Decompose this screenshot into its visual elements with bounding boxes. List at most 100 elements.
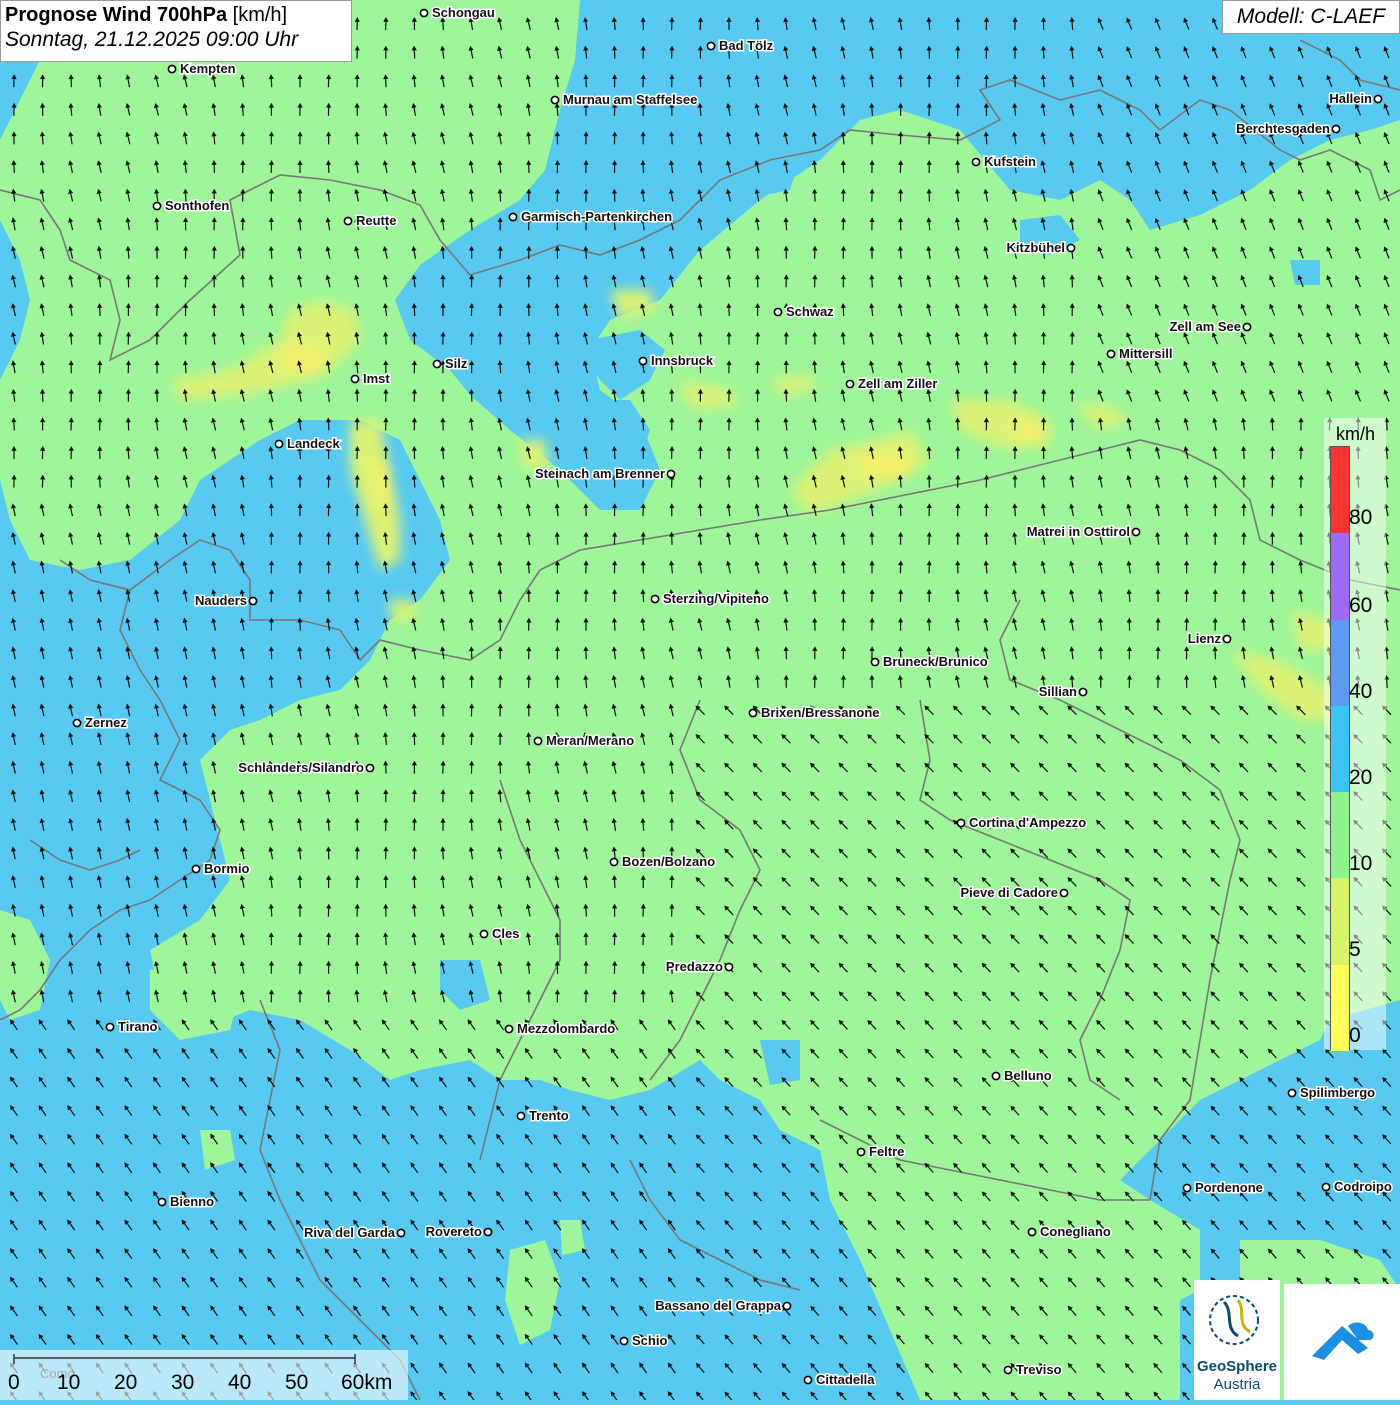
city-dot-icon bbox=[957, 819, 964, 826]
city-marker[interactable]: Sterzing/Vipiteno bbox=[651, 591, 769, 606]
city-marker[interactable]: Matrei in Osttirol bbox=[1027, 524, 1140, 539]
city-dot-icon bbox=[484, 1228, 491, 1235]
city-marker[interactable]: Bozen/Bolzano bbox=[610, 854, 715, 869]
city-label: Innsbruck bbox=[651, 353, 714, 368]
city-dot-icon bbox=[667, 470, 674, 477]
city-label: Bassano del Grappa bbox=[655, 1298, 781, 1313]
city-marker[interactable]: Garmisch-Partenkirchen bbox=[509, 209, 672, 224]
city-marker[interactable]: Pordenone bbox=[1183, 1180, 1263, 1195]
city-label: Kitzbühel bbox=[1007, 240, 1066, 255]
title-main: Prognose Wind 700hPa bbox=[5, 4, 227, 26]
city-dot-icon bbox=[505, 1025, 512, 1032]
city-label: Silz bbox=[445, 356, 468, 371]
city-label: Sonthofen bbox=[165, 198, 229, 213]
city-dot-icon bbox=[1374, 95, 1381, 102]
title-unit: [km/h] bbox=[233, 4, 287, 26]
city-dot-icon bbox=[1322, 1183, 1329, 1190]
legend-tick-label: 40 bbox=[1349, 680, 1372, 704]
city-dot-icon bbox=[725, 963, 732, 970]
partner-logo bbox=[1284, 1284, 1400, 1400]
city-marker[interactable]: Kitzbühel bbox=[1007, 240, 1075, 255]
scale-label: 0 bbox=[8, 1371, 20, 1395]
city-marker[interactable]: Innsbruck bbox=[639, 353, 713, 368]
city-dot-icon bbox=[1288, 1089, 1295, 1096]
city-dot-icon bbox=[1067, 244, 1074, 251]
city-label: Bormio bbox=[204, 861, 250, 876]
legend-segment bbox=[1331, 533, 1349, 620]
city-dot-icon bbox=[509, 213, 516, 220]
city-dot-icon bbox=[168, 65, 175, 72]
city-label: Schlanders/Silandro bbox=[238, 760, 364, 775]
legend-segment bbox=[1331, 447, 1349, 534]
wind-map[interactable]: SchongauBad TölzKemptenMurnau am Staffel… bbox=[0, 0, 1400, 1400]
city-dot-icon bbox=[1004, 1366, 1011, 1373]
city-dot-icon bbox=[275, 440, 282, 447]
city-label: Cortina d'Ampezzo bbox=[969, 815, 1086, 830]
map-title: Prognose Wind 700hPa [km/h] bbox=[5, 4, 347, 27]
city-dot-icon bbox=[534, 737, 541, 744]
city-dot-icon bbox=[433, 360, 440, 367]
city-marker[interactable]: Schlanders/Silandro bbox=[238, 760, 373, 775]
city-marker[interactable]: Zell am Ziller bbox=[846, 376, 937, 391]
city-dot-icon bbox=[651, 595, 658, 602]
city-marker[interactable]: Conegliano bbox=[1028, 1224, 1110, 1239]
city-marker[interactable]: Schongau bbox=[420, 5, 494, 20]
city-marker[interactable]: Brixen/Bressanone bbox=[749, 705, 879, 720]
city-marker[interactable]: Spilimbergo bbox=[1288, 1085, 1375, 1100]
legend-tick-label: 60 bbox=[1349, 594, 1372, 618]
city-dot-icon bbox=[749, 709, 756, 716]
city-marker[interactable]: Cittadella bbox=[804, 1372, 875, 1387]
city-marker[interactable]: Predazzo bbox=[666, 959, 733, 974]
city-marker[interactable]: Steinach am Brenner bbox=[535, 466, 675, 481]
geosphere-country: Austria bbox=[1194, 1376, 1280, 1393]
city-marker[interactable]: Mezzolombardo bbox=[505, 1021, 615, 1036]
city-marker[interactable]: Meran/Merano bbox=[534, 733, 634, 748]
model-label: Modell: C-LAEF bbox=[1222, 0, 1400, 34]
city-dot-icon bbox=[158, 1198, 165, 1205]
city-label: Conegliano bbox=[1040, 1224, 1111, 1239]
scale-label: 40 bbox=[228, 1371, 251, 1395]
city-marker[interactable]: Pieve di Cadore bbox=[960, 885, 1067, 900]
city-dot-icon bbox=[192, 865, 199, 872]
city-marker[interactable]: Sonthofen bbox=[153, 198, 229, 213]
city-marker[interactable]: Rovereto bbox=[426, 1224, 492, 1239]
city-label: Berchtesgaden bbox=[1236, 121, 1330, 136]
scale-label: 20 bbox=[114, 1371, 137, 1395]
legend-tick-label: 0 bbox=[1349, 1024, 1361, 1048]
city-dot-icon bbox=[420, 9, 427, 16]
title-box: Prognose Wind 700hPa [km/h] Sonntag, 21.… bbox=[0, 0, 352, 62]
city-dot-icon bbox=[871, 658, 878, 665]
city-dot-icon bbox=[610, 858, 617, 865]
city-dot-icon bbox=[73, 719, 80, 726]
city-marker[interactable]: Murnau am Staffelsee bbox=[551, 92, 697, 107]
city-dot-icon bbox=[366, 764, 373, 771]
geosphere-name: GeoSphere bbox=[1194, 1358, 1280, 1375]
legend-tick-label: 5 bbox=[1349, 938, 1361, 962]
legend-color-bar bbox=[1330, 446, 1350, 1050]
city-marker[interactable]: Berchtesgaden bbox=[1236, 121, 1340, 136]
city-label: Riva del Garda bbox=[304, 1225, 396, 1240]
city-label: Murnau am Staffelsee bbox=[563, 92, 697, 107]
city-marker[interactable]: Cortina d'Ampezzo bbox=[957, 815, 1086, 830]
city-label: Tirano bbox=[118, 1019, 158, 1034]
city-dot-icon bbox=[783, 1302, 790, 1309]
city-label: Zell am See bbox=[1169, 319, 1241, 334]
city-dot-icon bbox=[1060, 889, 1067, 896]
cloud-arrow-icon bbox=[1284, 1284, 1400, 1400]
city-label: Reutte bbox=[356, 213, 396, 228]
city-label: Treviso bbox=[1016, 1362, 1062, 1377]
city-marker[interactable]: Riva del Garda bbox=[304, 1225, 405, 1240]
city-dot-icon bbox=[857, 1148, 864, 1155]
city-dot-icon bbox=[106, 1023, 113, 1030]
city-marker[interactable]: Bruneck/Brunico bbox=[871, 654, 987, 669]
city-dot-icon bbox=[1243, 323, 1250, 330]
city-marker[interactable]: Zell am See bbox=[1169, 319, 1250, 334]
city-dot-icon bbox=[480, 930, 487, 937]
city-label: Feltre bbox=[869, 1144, 904, 1159]
city-dot-icon bbox=[517, 1112, 524, 1119]
city-label: Zernez bbox=[85, 715, 127, 730]
city-label: Codroipo bbox=[1334, 1179, 1392, 1194]
city-marker[interactable]: Bassano del Grappa bbox=[655, 1298, 790, 1313]
city-label: Lienz bbox=[1188, 631, 1222, 646]
city-dot-icon bbox=[972, 158, 979, 165]
